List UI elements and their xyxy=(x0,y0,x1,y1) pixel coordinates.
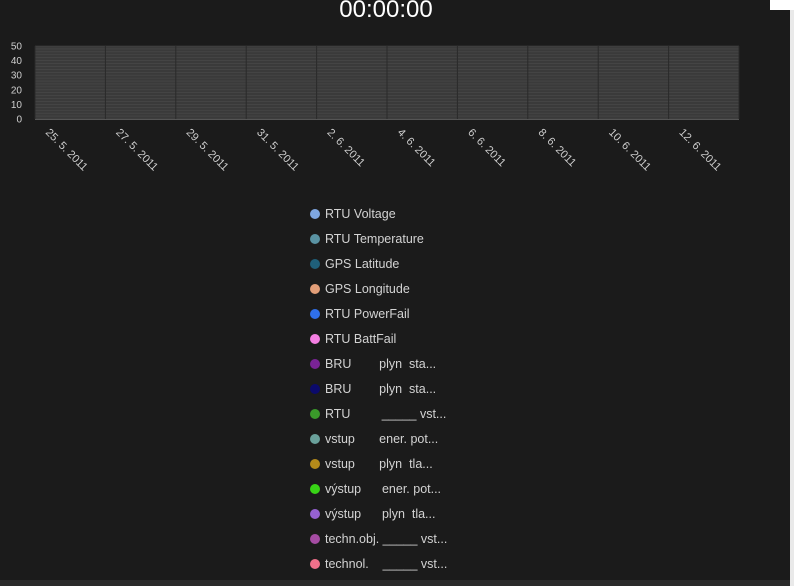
x-tick-label: 27. 5. 2011 xyxy=(113,127,160,174)
legend-label: technol. _____ vst... xyxy=(325,557,448,571)
y-tick-label: 30 xyxy=(11,71,23,82)
legend-label: BRU plyn sta... xyxy=(325,357,437,371)
legend-marker-icon xyxy=(310,509,320,519)
legend-item[interactable]: RTU Voltage xyxy=(310,204,396,224)
y-tick-label: 20 xyxy=(11,85,23,96)
legend-item[interactable]: BRU plyn sta... xyxy=(310,379,436,399)
legend-label: BRU plyn sta... xyxy=(325,382,437,396)
bottom-scrollbar-track[interactable] xyxy=(0,580,790,586)
x-tick-label: 6. 6. 2011 xyxy=(465,127,508,170)
x-tick-label: 25. 5. 2011 xyxy=(43,127,90,174)
x-tick-label: 12. 6. 2011 xyxy=(676,127,723,174)
legend-item[interactable]: technol. _____ vst... xyxy=(310,554,447,574)
x-tick-label: 29. 5. 2011 xyxy=(184,127,231,174)
legend-label: RTU Temperature xyxy=(325,232,424,246)
legend-item[interactable]: výstup plyn tla... xyxy=(310,504,435,524)
legend-label: techn.obj. _____ vst... xyxy=(325,532,448,546)
legend-marker-icon xyxy=(310,359,320,369)
legend-item[interactable]: techn.obj. _____ vst... xyxy=(310,529,447,549)
legend-item[interactable]: RTU _____ vst... xyxy=(310,404,446,424)
x-axis: 25. 5. 2011 27. 5. 2011 29. 5. 2011 31. 5. … xyxy=(35,119,739,174)
legend-marker-icon xyxy=(310,209,320,219)
legend-item[interactable]: RTU BattFail xyxy=(310,329,396,349)
legend-item[interactable]: výstup ener. pot... xyxy=(310,479,441,499)
legend-marker-icon xyxy=(310,334,320,344)
legend-marker-icon xyxy=(310,284,320,294)
y-tick-label: 10 xyxy=(11,100,23,111)
legend-item[interactable]: GPS Latitude xyxy=(310,254,399,274)
legend-marker-icon xyxy=(310,559,320,569)
legend-item[interactable]: RTU PowerFail xyxy=(310,304,410,324)
legend-marker-icon xyxy=(310,309,320,319)
x-tick-label: 4. 6. 2011 xyxy=(395,127,438,170)
legend-item[interactable]: GPS Longitude xyxy=(310,279,410,299)
legend-label: vstup ener. pot... xyxy=(325,432,439,446)
legend-marker-icon xyxy=(310,534,320,544)
legend-label: GPS Latitude xyxy=(325,257,400,271)
legend-marker-icon xyxy=(310,409,320,419)
right-scrollbar[interactable] xyxy=(790,0,794,586)
legend-label: RTU Voltage xyxy=(325,207,396,221)
legend-label: RTU BattFail xyxy=(325,332,397,346)
legend-marker-icon xyxy=(310,259,320,269)
clock-display: 00:00:00 xyxy=(339,0,433,23)
legend-label: RTU PowerFail xyxy=(325,307,410,321)
line-chart: 0 10 20 30 40 50 25. 5. 2011 27. 5. 2011 29. 5.… xyxy=(11,42,740,174)
x-tick-label: 8. 6. 2011 xyxy=(536,127,579,170)
x-tick-label: 2. 6. 2011 xyxy=(324,127,367,170)
legend-item[interactable]: RTU Temperature xyxy=(310,229,424,249)
legend-label: RTU _____ vst... xyxy=(325,407,447,421)
legend-label: GPS Longitude xyxy=(325,282,410,296)
legend-marker-icon xyxy=(310,459,320,469)
x-tick-label: 10. 6. 2011 xyxy=(606,127,653,174)
plot-area xyxy=(34,45,740,120)
legend-label: výstup ener. pot... xyxy=(325,482,442,496)
legend-label: výstup plyn tla... xyxy=(325,507,436,521)
right-scrollbar-top xyxy=(770,0,794,10)
legend-item[interactable]: vstup ener. pot... xyxy=(310,429,438,449)
legend-marker-icon xyxy=(310,484,320,494)
legend-label: vstup plyn tla... xyxy=(325,457,433,471)
legend-item[interactable]: BRU plyn sta... xyxy=(310,354,436,374)
legend-item[interactable]: vstup plyn tla... xyxy=(310,454,433,474)
y-tick-label: 40 xyxy=(11,56,23,67)
legend-marker-icon xyxy=(310,384,320,394)
legend-marker-icon xyxy=(310,234,320,244)
page: 00:00:00 0 10 20 30 40 50 25. 5. 2011 27. 5. 2… xyxy=(0,0,794,586)
y-tick-label: 50 xyxy=(11,42,23,53)
x-tick-label: 31. 5. 2011 xyxy=(254,127,301,174)
y-tick-label: 0 xyxy=(16,115,22,126)
legend-marker-icon xyxy=(310,434,320,444)
y-axis: 0 10 20 30 40 50 xyxy=(11,42,23,126)
